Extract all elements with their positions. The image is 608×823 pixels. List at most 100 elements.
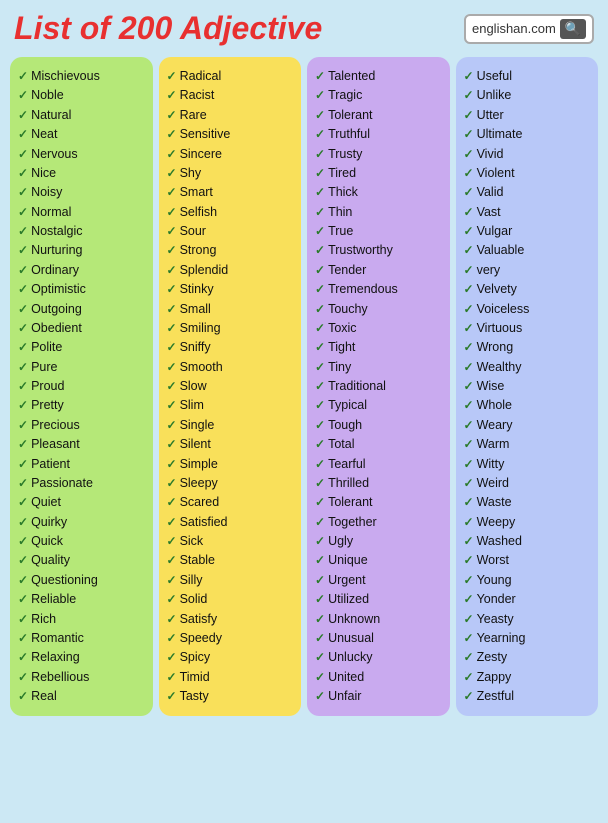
list-item: ✓Tolerant: [315, 493, 442, 512]
checkmark-icon: ✓: [167, 493, 177, 512]
word-label: Weary: [477, 416, 513, 435]
list-item: ✓Witty: [464, 455, 591, 474]
checkmark-icon: ✓: [167, 358, 177, 377]
word-label: Quick: [31, 532, 63, 551]
search-icon[interactable]: 🔍: [560, 19, 586, 39]
list-item: ✓Truthful: [315, 125, 442, 144]
list-item: ✓Sniffy: [167, 338, 294, 357]
checkmark-icon: ✓: [167, 300, 177, 319]
checkmark-icon: ✓: [167, 648, 177, 667]
list-item: ✓Zesty: [464, 648, 591, 667]
list-item: ✓Obedient: [18, 319, 145, 338]
checkmark-icon: ✓: [464, 106, 474, 125]
list-item: ✓Quirky: [18, 513, 145, 532]
checkmark-icon: ✓: [464, 222, 474, 241]
word-label: Scared: [180, 493, 220, 512]
checkmark-icon: ✓: [464, 513, 474, 532]
word-label: Pleasant: [31, 435, 80, 454]
checkmark-icon: ✓: [464, 300, 474, 319]
word-label: Yeasty: [477, 610, 514, 629]
list-item: ✓Stable: [167, 551, 294, 570]
word-label: Urgent: [328, 571, 366, 590]
checkmark-icon: ✓: [315, 222, 325, 241]
list-item: ✓Satisfy: [167, 610, 294, 629]
word-label: Stable: [180, 551, 215, 570]
list-item: ✓Strong: [167, 241, 294, 260]
checkmark-icon: ✓: [315, 183, 325, 202]
word-label: Thrilled: [328, 474, 369, 493]
list-item: ✓Speedy: [167, 629, 294, 648]
checkmark-icon: ✓: [18, 125, 28, 144]
word-label: Neat: [31, 125, 57, 144]
checkmark-icon: ✓: [167, 203, 177, 222]
checkmark-icon: ✓: [167, 183, 177, 202]
checkmark-icon: ✓: [315, 86, 325, 105]
list-item: ✓Tiny: [315, 358, 442, 377]
word-label: Worst: [477, 551, 509, 570]
list-item: ✓Tough: [315, 416, 442, 435]
checkmark-icon: ✓: [464, 629, 474, 648]
checkmark-icon: ✓: [464, 145, 474, 164]
word-label: Timid: [180, 668, 210, 687]
list-item: ✓Natural: [18, 106, 145, 125]
list-item: ✓Vast: [464, 203, 591, 222]
list-item: ✓Talented: [315, 67, 442, 86]
word-label: Utter: [477, 106, 504, 125]
page-header: List of 200 Adjective englishan.com 🔍: [10, 10, 598, 47]
list-item: ✓Unfair: [315, 687, 442, 706]
word-label: Obedient: [31, 319, 82, 338]
list-item: ✓Wrong: [464, 338, 591, 357]
list-item: ✓Weary: [464, 416, 591, 435]
list-item: ✓Washed: [464, 532, 591, 551]
list-item: ✓Weepy: [464, 513, 591, 532]
list-item: ✓Slow: [167, 377, 294, 396]
checkmark-icon: ✓: [315, 106, 325, 125]
list-item: ✓United: [315, 668, 442, 687]
word-label: Vulgar: [477, 222, 513, 241]
list-item: ✓Single: [167, 416, 294, 435]
checkmark-icon: ✓: [464, 668, 474, 687]
column-purple: ✓Talented✓Tragic✓Tolerant✓Truthful✓Trust…: [307, 57, 450, 716]
word-label: Wise: [477, 377, 505, 396]
search-box[interactable]: englishan.com 🔍: [464, 14, 594, 44]
word-label: Sincere: [180, 145, 222, 164]
list-item: ✓Pure: [18, 358, 145, 377]
list-item: ✓Silent: [167, 435, 294, 454]
word-label: Silly: [180, 571, 203, 590]
list-item: ✓Sincere: [167, 145, 294, 164]
list-item: ✓Rich: [18, 610, 145, 629]
word-label: Waste: [477, 493, 512, 512]
checkmark-icon: ✓: [464, 532, 474, 551]
checkmark-icon: ✓: [18, 338, 28, 357]
checkmark-icon: ✓: [167, 319, 177, 338]
checkmark-icon: ✓: [315, 629, 325, 648]
word-label: Polite: [31, 338, 62, 357]
word-label: Speedy: [180, 629, 222, 648]
list-item: ✓Thin: [315, 203, 442, 222]
list-item: ✓Utilized: [315, 590, 442, 609]
list-item: ✓Quality: [18, 551, 145, 570]
checkmark-icon: ✓: [464, 183, 474, 202]
list-item: ✓Velvety: [464, 280, 591, 299]
word-label: Truthful: [328, 125, 370, 144]
checkmark-icon: ✓: [315, 358, 325, 377]
checkmark-icon: ✓: [167, 241, 177, 260]
checkmark-icon: ✓: [315, 513, 325, 532]
checkmark-icon: ✓: [315, 145, 325, 164]
word-label: Passionate: [31, 474, 93, 493]
checkmark-icon: ✓: [464, 280, 474, 299]
word-label: Tough: [328, 416, 362, 435]
checkmark-icon: ✓: [315, 474, 325, 493]
list-item: ✓Polite: [18, 338, 145, 357]
word-label: Valid: [477, 183, 504, 202]
checkmark-icon: ✓: [315, 241, 325, 260]
word-label: Pretty: [31, 396, 64, 415]
list-item: ✓Pretty: [18, 396, 145, 415]
checkmark-icon: ✓: [315, 551, 325, 570]
word-label: Tearful: [328, 455, 366, 474]
word-label: Virtuous: [477, 319, 523, 338]
checkmark-icon: ✓: [18, 203, 28, 222]
word-label: Splendid: [180, 261, 229, 280]
checkmark-icon: ✓: [167, 551, 177, 570]
list-item: ✓Scared: [167, 493, 294, 512]
